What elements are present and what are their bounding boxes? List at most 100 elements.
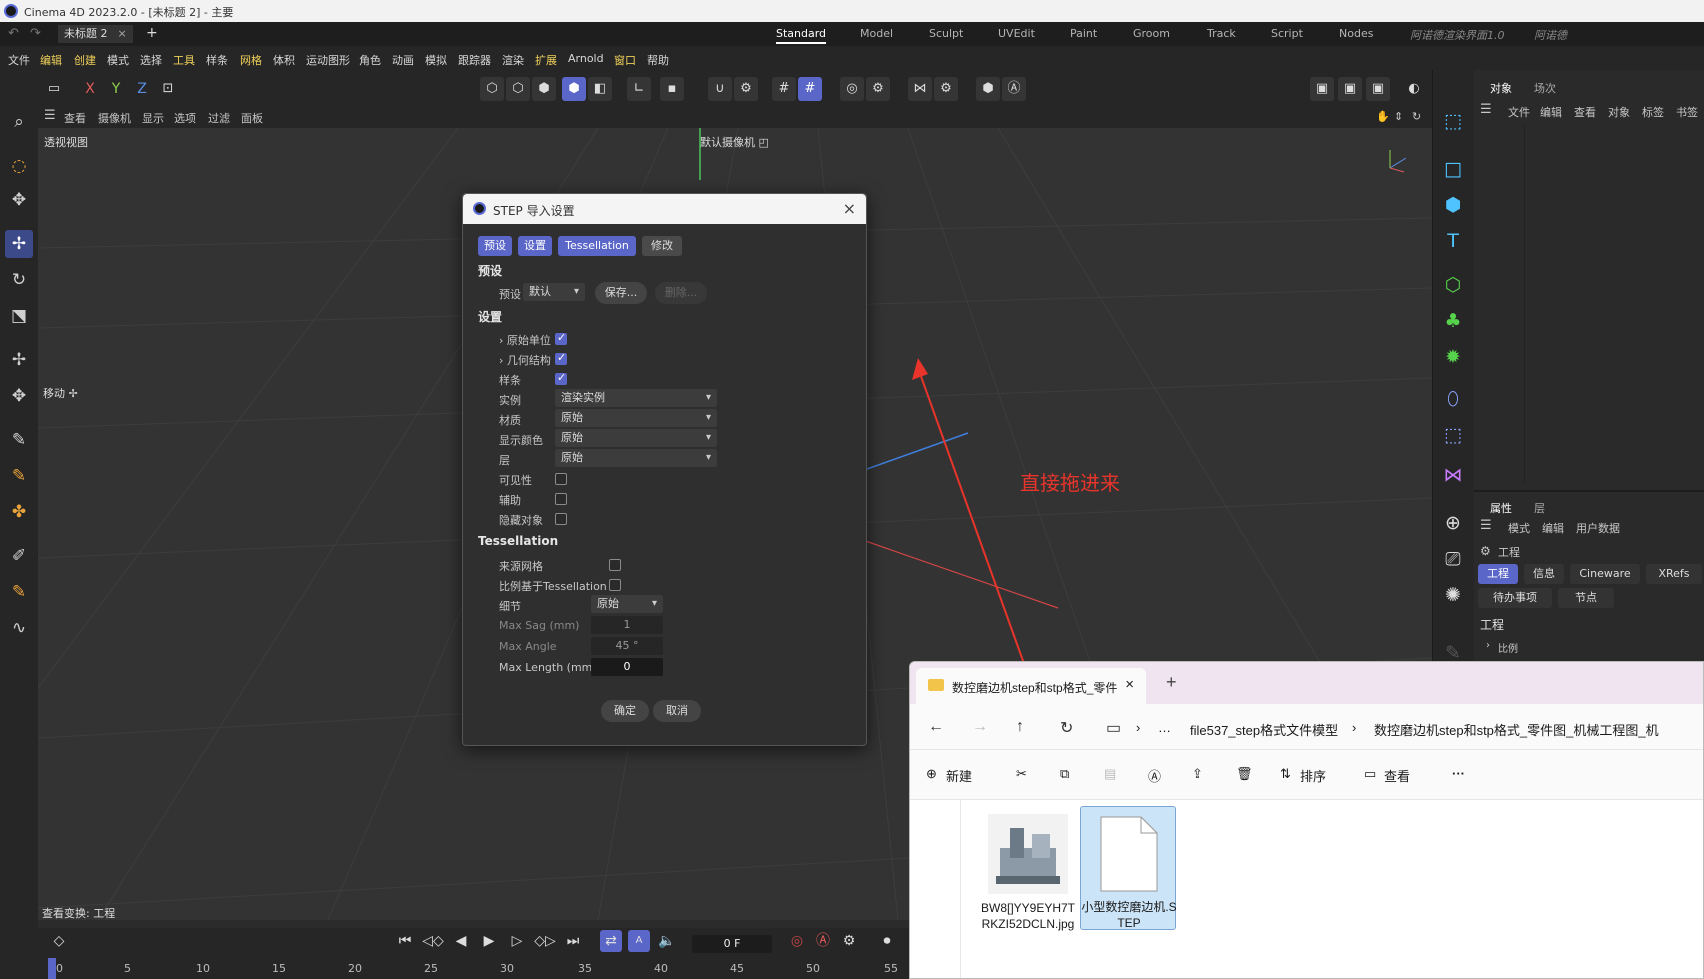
cut-icon[interactable]: ✂ [1016, 766, 1027, 782]
render-object-icon[interactable]: ⬢ [976, 77, 1000, 101]
layout-model[interactable]: Model [860, 27, 893, 40]
hidden-objects-checkbox[interactable] [555, 513, 567, 525]
points-mode-icon[interactable]: ⬡ [480, 77, 504, 101]
file-item-jpg[interactable]: BW8[]YY9EYH7TRKZI52DCLN.jpg [980, 808, 1076, 932]
null-object-icon[interactable]: □ [1438, 154, 1468, 184]
field-icon[interactable]: ⬚ [1438, 420, 1468, 450]
magnet-icon[interactable]: ∪ [708, 77, 732, 101]
spline-icon[interactable]: ⋈ [1438, 460, 1468, 490]
original-units-checkbox[interactable] [555, 331, 567, 345]
chip-nodes[interactable]: 节点 [1558, 588, 1614, 608]
render-view-icon[interactable]: ▣ [1310, 77, 1334, 101]
menu-window[interactable]: 窗口 [614, 52, 636, 68]
delete-preset-button[interactable]: 删除... [655, 282, 707, 304]
close-icon[interactable]: × [843, 199, 856, 218]
polygon-pen-icon[interactable]: ✎ [5, 578, 33, 606]
viewport-menu-display[interactable]: 显示 [142, 110, 164, 126]
workplane-settings-icon[interactable]: ⚙ [866, 77, 890, 101]
scene-globe-icon[interactable]: ⊕ [1438, 508, 1468, 538]
chip-project[interactable]: 工程 [1478, 564, 1518, 584]
menu-render[interactable]: 渲染 [502, 52, 524, 68]
tab-modify[interactable]: 修改 [642, 236, 682, 256]
file-item-step[interactable]: 小型数控磨边机.STEP [1080, 806, 1177, 930]
menu-simulate[interactable]: 模拟 [425, 52, 447, 68]
more-options-button[interactable]: ··· [1452, 766, 1465, 781]
refresh-icon[interactable]: ↻ [1060, 718, 1073, 738]
object-manager-menu-icon[interactable]: ☰ [1480, 102, 1492, 117]
viewport-menu-panel[interactable]: 面板 [241, 110, 263, 126]
sculpt-icon[interactable]: ∿ [5, 614, 33, 642]
prev-key-icon[interactable]: ◁◇ [422, 930, 444, 952]
layout-sculpt[interactable]: Sculpt [929, 27, 963, 40]
live-selection-icon[interactable]: ◌ [5, 152, 33, 180]
layer-dropdown[interactable]: 原始 [555, 449, 717, 467]
menu-help[interactable]: 帮助 [647, 52, 669, 68]
symmetry-icon[interactable]: ⋈ [908, 77, 932, 101]
record-icon[interactable]: ◎ [786, 930, 808, 952]
workplane-icon[interactable]: ◎ [840, 77, 864, 101]
next-frame-icon[interactable]: ▷ [506, 930, 528, 952]
viewport-menu-filter[interactable]: 过滤 [208, 110, 230, 126]
menu-tools[interactable]: 工具 [173, 52, 195, 68]
cancel-button[interactable]: 取消 [653, 700, 701, 722]
redo-icon[interactable]: ↷ [30, 26, 41, 41]
explorer-tab[interactable]: 数控磨边机step和stp格式_零件 × [916, 668, 1146, 704]
sort-icon[interactable]: ⇅ [1280, 766, 1291, 782]
sort-button[interactable]: 排序 [1300, 766, 1326, 785]
new-button[interactable]: 新建 [946, 766, 972, 785]
viewport-menu-cameras[interactable]: 摄像机 [98, 110, 131, 126]
transform-tool-icon[interactable]: ✢ [5, 346, 33, 374]
display-color-dropdown[interactable]: 原始 [555, 429, 717, 447]
document-tab[interactable]: 未标题 2 × [58, 25, 133, 43]
tab-settings[interactable]: 设置 [518, 236, 552, 256]
menu-animate[interactable]: 动画 [392, 52, 414, 68]
auto-keying-icon[interactable]: Ⓐ [812, 930, 834, 952]
share-icon[interactable]: ⇪ [1192, 766, 1203, 782]
arnold-icon[interactable]: Ⓐ [1002, 77, 1026, 101]
paste-icon[interactable]: ▤ [1104, 766, 1116, 782]
sound-icon[interactable]: 🔈 [656, 930, 678, 952]
snap-icon[interactable]: # [798, 77, 822, 101]
layout-track[interactable]: Track [1207, 27, 1236, 40]
back-icon[interactable]: ← [928, 718, 944, 736]
menu-volume[interactable]: 体积 [273, 52, 295, 68]
menu-tracker[interactable]: 跟踪器 [458, 52, 491, 68]
breadcrumb-overflow[interactable]: … [1158, 720, 1171, 735]
spline-sketch-icon[interactable]: ✎ [5, 462, 33, 490]
menu-extensions[interactable]: 扩展 [535, 52, 557, 68]
undo-icon[interactable]: ↶ [8, 26, 19, 41]
layout-paint[interactable]: Paint [1070, 27, 1097, 40]
rename-icon[interactable]: Ⓐ [1148, 766, 1161, 785]
attributes-row-scale[interactable]: 比例 [1498, 640, 1518, 655]
model-mode-icon[interactable]: ⬢ [562, 77, 586, 101]
deformer-icon[interactable]: ⬯ [1438, 384, 1468, 414]
menu-mograph[interactable]: 运动图形 [306, 52, 350, 68]
tab-tessellation[interactable]: Tessellation [558, 236, 636, 256]
go-to-start-icon[interactable]: ⏮ [394, 930, 416, 952]
prev-frame-icon[interactable]: ◀ [450, 930, 472, 952]
objects-menu-edit[interactable]: 编辑 [1540, 104, 1562, 120]
loop-icon[interactable]: ⇄ [600, 930, 622, 952]
instances-dropdown[interactable]: 渲染实例 [555, 389, 717, 407]
rotate-tool-icon[interactable]: ↻ [5, 266, 33, 294]
splines-checkbox[interactable] [555, 371, 567, 385]
timeline-lock-icon[interactable]: ⏺ [876, 930, 898, 952]
layout-script[interactable]: Script [1271, 27, 1303, 40]
current-frame-field[interactable]: 0 F [692, 935, 772, 953]
objects-menu-object[interactable]: 对象 [1608, 104, 1630, 120]
layout-arnold[interactable]: 阿诺德 [1534, 27, 1568, 43]
keyframe-icon[interactable]: ◇ [48, 930, 70, 952]
ok-button[interactable]: 确定 [601, 700, 649, 722]
attributes-menu-mode[interactable]: 模式 [1508, 520, 1530, 536]
edges-mode-icon[interactable]: ⬡ [506, 77, 530, 101]
grid-snap-icon[interactable]: # [772, 77, 796, 101]
text-spline-icon[interactable]: T [1438, 226, 1468, 256]
objects-menu-view[interactable]: 查看 [1574, 104, 1596, 120]
helper-checkbox[interactable] [555, 493, 567, 505]
objects-menu-bookmarks[interactable]: 书签 [1676, 104, 1704, 120]
new-icon[interactable]: ⊕ [926, 766, 937, 782]
new-tab-icon[interactable]: + [1166, 672, 1177, 693]
move-tool-icon[interactable]: ✢ [5, 230, 33, 258]
play-icon[interactable]: ▶ [478, 930, 500, 952]
menu-mode[interactable]: 模式 [107, 52, 129, 68]
